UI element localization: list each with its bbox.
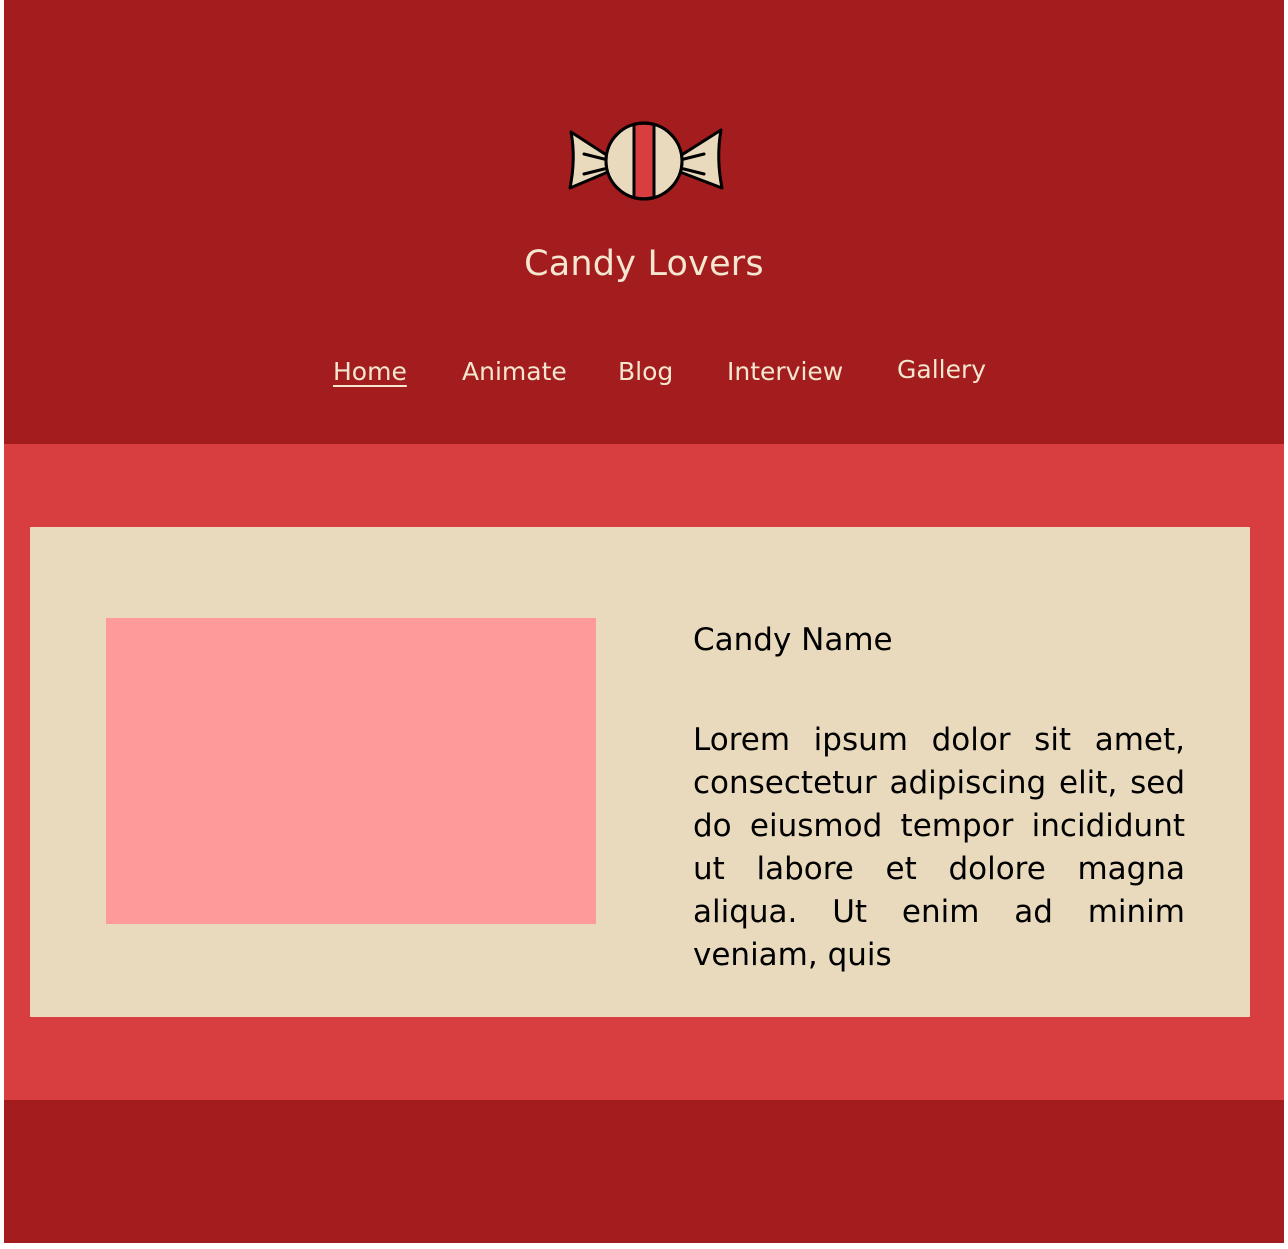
- nav-item-animate[interactable]: Animate: [462, 354, 567, 390]
- nav-item-gallery[interactable]: Gallery: [897, 352, 986, 388]
- site-title: Candy Lovers: [524, 244, 764, 284]
- candy-name: Candy Name: [693, 622, 893, 658]
- nav-item-home[interactable]: Home: [333, 354, 407, 390]
- candy-card: Candy Name Lorem ipsum dolor sit amet, c…: [30, 527, 1250, 1017]
- nav-item-blog[interactable]: Blog: [618, 354, 673, 390]
- site-header: Candy Lovers Home Animate Blog Interview…: [4, 0, 1284, 444]
- site-footer: [4, 1100, 1284, 1243]
- candy-description: Lorem ipsum dolor sit amet, consectetur …: [693, 722, 1185, 973]
- candy-image-placeholder: [106, 618, 596, 924]
- page: Candy Lovers Home Animate Blog Interview…: [4, 0, 1284, 1243]
- main-content: Candy Name Lorem ipsum dolor sit amet, c…: [4, 444, 1284, 1100]
- wrapped-candy-icon: [568, 121, 724, 201]
- nav-item-interview[interactable]: Interview: [727, 354, 843, 390]
